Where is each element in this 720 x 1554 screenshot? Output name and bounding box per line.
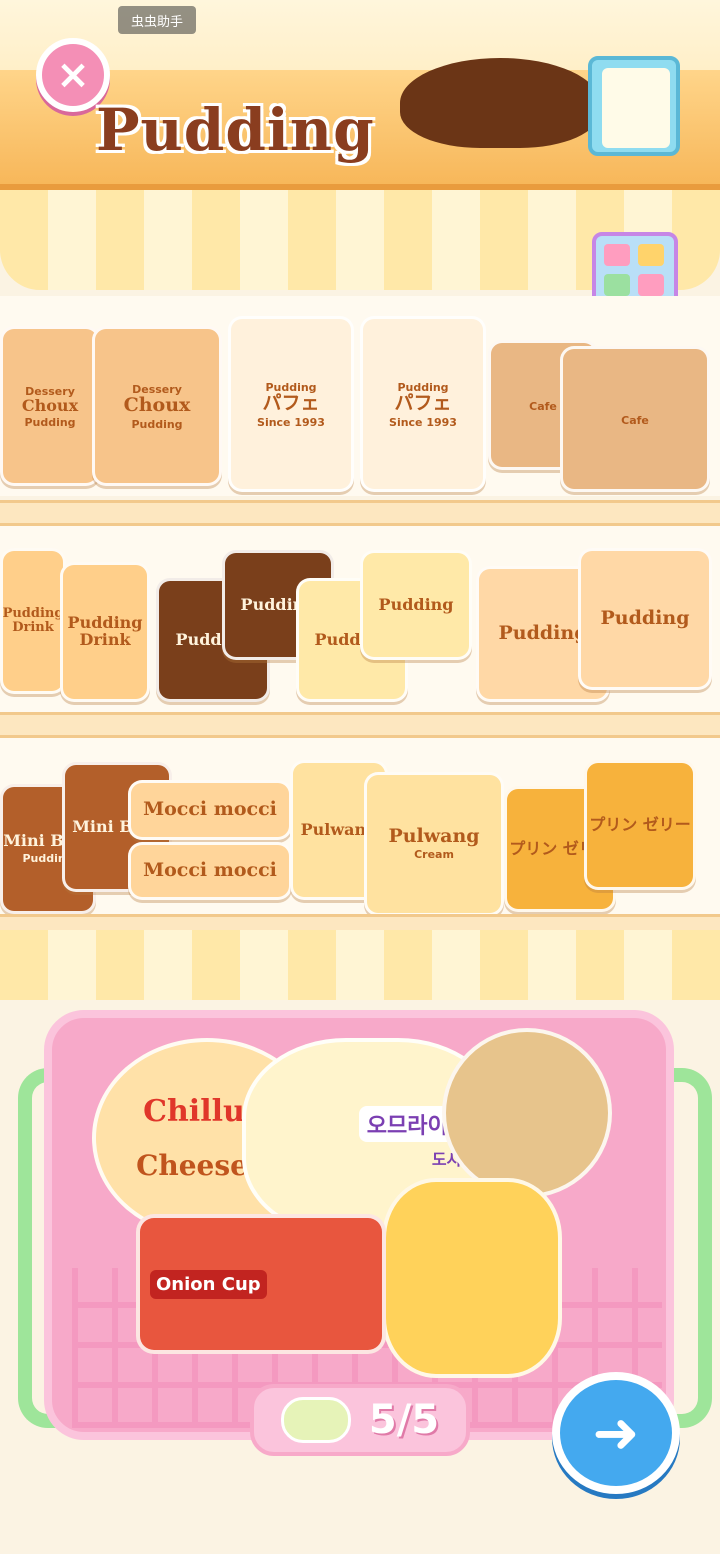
item-label: Pulwang bbox=[388, 824, 480, 847]
assistant-tag[interactable]: 虫虫助手 bbox=[118, 6, 196, 34]
parfait-cup-2[interactable]: Pudding パフェ Since 1993 bbox=[360, 316, 486, 492]
item-label: Pudding bbox=[498, 622, 588, 645]
recipe-book-icon bbox=[602, 68, 670, 148]
item-label: Mocci mocci bbox=[143, 798, 277, 821]
choux-pudding-1[interactable]: Dessery Choux Pudding bbox=[0, 326, 100, 486]
basket-counter: 5/5 bbox=[250, 1384, 470, 1456]
item-label: プリン ゼリー bbox=[589, 814, 691, 834]
pudding-drink-2[interactable]: Pudding Drink bbox=[60, 562, 150, 702]
shelf-board bbox=[0, 712, 720, 738]
item-sublabel: Pudding bbox=[24, 416, 76, 430]
arrow-right-icon: ➜ bbox=[592, 1400, 640, 1466]
item-label: パフェ bbox=[262, 392, 320, 415]
basket-item[interactable] bbox=[382, 1178, 562, 1378]
map-tile bbox=[638, 274, 664, 296]
page-title: Pudding bbox=[96, 96, 375, 164]
item-label: Choux bbox=[123, 394, 191, 417]
item-label: パフェ bbox=[394, 392, 452, 415]
cake-slice-2[interactable]: Cafe bbox=[560, 346, 710, 492]
ingredients-icon bbox=[280, 1397, 351, 1443]
basket-item-label: Onion Cup bbox=[150, 1269, 267, 1299]
pudding-decoration bbox=[400, 58, 600, 148]
map-tile bbox=[638, 244, 664, 266]
mocci-mocci-1[interactable]: Mocci mocci bbox=[128, 780, 292, 840]
purin-jelly-2[interactable]: プリン ゼリー bbox=[584, 760, 696, 890]
recipe-book-button[interactable] bbox=[588, 56, 680, 156]
shopping-basket[interactable]: Chillu's Cheese S 오므라이스 도시락 Onion Cup bbox=[44, 1010, 674, 1440]
parfait-cup-1[interactable]: Pudding パフェ Since 1993 bbox=[228, 316, 354, 492]
pulwang-2[interactable]: Pulwang Cream bbox=[364, 772, 504, 916]
item-label: Pudding bbox=[378, 594, 454, 614]
pudding-sandwich-2[interactable]: Pudding bbox=[578, 548, 712, 690]
shelf-bottom-trim bbox=[0, 930, 720, 1000]
item-label: Pudding bbox=[600, 607, 690, 630]
shelf-board bbox=[0, 500, 720, 526]
item-brand: Cafe bbox=[529, 399, 557, 413]
basket-item[interactable]: Onion Cup bbox=[136, 1214, 386, 1354]
map-tile bbox=[604, 244, 630, 266]
close-icon: × bbox=[56, 52, 90, 98]
item-sublabel: Since 1993 bbox=[257, 415, 325, 429]
basket-count: 5/5 bbox=[368, 1397, 440, 1443]
item-sublabel: Since 1993 bbox=[389, 415, 457, 429]
item-label: Mocci mocci bbox=[143, 859, 277, 882]
item-label: Pudding Drink bbox=[2, 606, 64, 635]
item-sublabel: Cream bbox=[414, 848, 454, 862]
next-button[interactable]: ➜ bbox=[552, 1372, 680, 1494]
basket-item[interactable] bbox=[442, 1028, 612, 1198]
map-tile bbox=[604, 274, 630, 296]
choux-pudding-2[interactable]: Dessery Choux Pudding bbox=[92, 326, 222, 486]
pudding-drink-1[interactable]: Pudding Drink bbox=[0, 548, 66, 694]
item-brand: Cafe bbox=[621, 413, 649, 427]
mocci-mocci-2[interactable]: Mocci mocci bbox=[128, 842, 292, 900]
game-screen: 虫虫助手 × Pudding Dessery Choux Pudding Desse… bbox=[0, 0, 720, 1554]
item-sublabel: Pudding bbox=[131, 417, 183, 431]
milk-pudding-jar-2[interactable]: Pudding bbox=[360, 550, 472, 660]
item-label: Pudding Drink bbox=[67, 613, 143, 649]
item-label: Choux bbox=[21, 395, 79, 415]
